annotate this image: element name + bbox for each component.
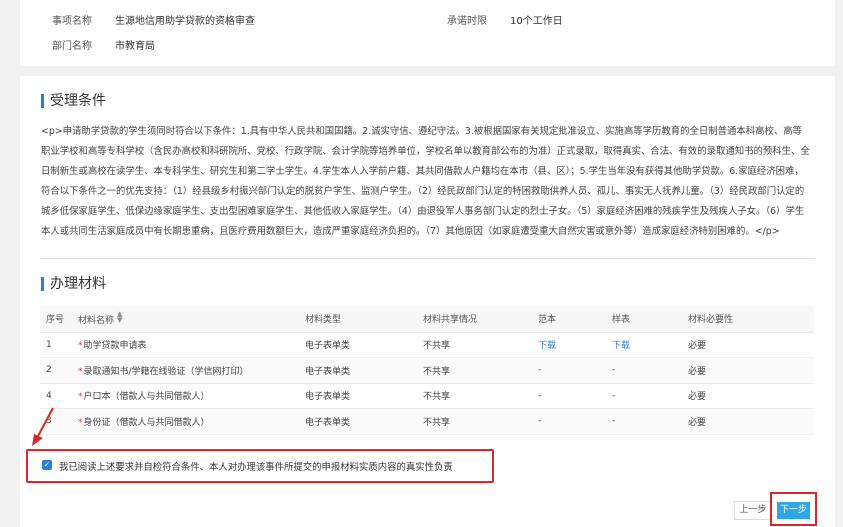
materials-table: 序号 材料名称▲ ▼ 材料类型 材料共享情况 范本 样表 材料必要性 1 *助学贷… [40,306,814,435]
conditions-text: <p>申请助学贷款的学生须同时符合以下条件：1.具有中华人民共和国国籍。2.诚实… [41,126,810,237]
next-button-highlight-box: 下一步 [770,492,817,526]
dept-name-label: 部门名称 [52,41,92,52]
annotation-arrow-icon [32,407,54,446]
cell-sample: - [606,383,682,409]
prev-step-button[interactable]: 上一步 [734,501,772,520]
sample-download-link[interactable]: 下载 [612,341,630,351]
dept-name-value: 市教育局 [115,41,155,52]
cell-type: 电子表单类 [299,383,417,409]
sort-icon[interactable]: ▲ ▼ [117,311,122,324]
next-step-button[interactable]: 下一步 [777,502,810,519]
required-asterisk: * [78,341,83,352]
table-header-row: 序号 材料名称▲ ▼ 材料类型 材料共享情况 范本 样表 材料必要性 [40,306,814,333]
agreement-checkbox[interactable]: ✓ [42,460,52,470]
required-asterisk: * [78,417,83,428]
table-row: 4 *户口本（借款人与共同借款人） 电子表单类 不共享 - - 必要 [40,383,814,409]
promise-time-label: 承诺时限 [447,16,487,27]
cell-name-text: 身份证（借款人与共同借款人） [83,417,210,428]
col-header-type: 材料类型 [299,306,417,333]
cell-share: 不共享 [417,408,532,435]
cell-sample: - [606,408,682,435]
cell-required: 必要 [682,408,814,435]
conditions-title: 受理条件 [41,93,106,109]
table-row: 3 *身份证（借款人与共同借款人） 电子表单类 不共享 - - 必要 [40,408,814,435]
cell-required: 必要 [682,357,814,384]
cell-name-text: 户口本（借款人与共同借款人） [83,392,210,403]
cell-share: 不共享 [417,383,532,409]
cell-sample: - [606,357,682,384]
col-header-template: 范本 [532,306,606,333]
col-header-required: 材料必要性 [682,306,814,333]
section-divider [40,258,815,259]
cell-name: *助学贷款申请表 [72,332,299,358]
cell-share: 不共享 [417,357,532,384]
cell-no: 1 [40,332,72,358]
cell-template: 下载 [532,332,606,358]
cell-name-text: 录取通知书/学籍在线验证（学信网打印） [83,366,249,377]
cell-type: 电子表单类 [299,332,417,358]
cell-required: 必要 [682,332,814,358]
cell-sample: 下载 [606,332,682,358]
cell-required: 必要 [682,383,814,409]
cell-type: 电子表单类 [299,408,417,435]
cell-template: - [532,383,606,409]
cell-share: 不共享 [417,332,532,358]
agreement-highlight-box: ✓ 我已阅读上述要求并自检符合条件、本人对办理该事件所提交的申报材料实质内容的真… [26,449,494,483]
agreement-text: 我已阅读上述要求并自检符合条件、本人对办理该事件所提交的申报材料实质内容的真实性… [59,462,453,473]
col-header-no: 序号 [40,306,72,333]
item-name-label: 事项名称 [52,16,92,27]
cell-name: *户口本（借款人与共同借款人） [72,383,299,409]
col-header-sample: 样表 [606,306,682,333]
col-header-share: 材料共享情况 [417,306,532,333]
required-asterisk: * [78,392,83,403]
col-header-name[interactable]: 材料名称▲ ▼ [72,306,299,333]
application-card: 受理条件 <p>申请助学贷款的学生须同时符合以下条件：1.具有中华人民共和国国籍… [20,76,835,527]
cell-no: 4 [40,383,72,409]
cell-template: - [532,357,606,384]
cell-name-text: 助学贷款申请表 [83,341,147,352]
col-header-name-label: 材料名称 [78,316,115,327]
cell-template: - [532,408,606,435]
cell-name: *身份证（借款人与共同借款人） [72,408,299,435]
cell-type: 电子表单类 [299,357,417,384]
table-row: 2 *录取通知书/学籍在线验证（学信网打印） 电子表单类 不共享 - - 必要 [40,357,814,384]
template-download-link[interactable]: 下载 [538,341,556,351]
cell-no: 2 [40,357,72,384]
item-info-card: 事项名称 生源地信用助学贷款的资格审查 承诺时限 10个工作日 部门名称 市教育… [20,0,835,66]
cell-name: *录取通知书/学籍在线验证（学信网打印） [72,357,299,384]
item-name-value: 生源地信用助学贷款的资格审查 [115,16,255,27]
promise-time-value: 10个工作日 [510,16,563,27]
required-asterisk: * [78,366,83,377]
table-row: 1 *助学贷款申请表 电子表单类 不共享 下载 下载 必要 [40,332,814,358]
materials-title: 办理材料 [41,276,106,292]
